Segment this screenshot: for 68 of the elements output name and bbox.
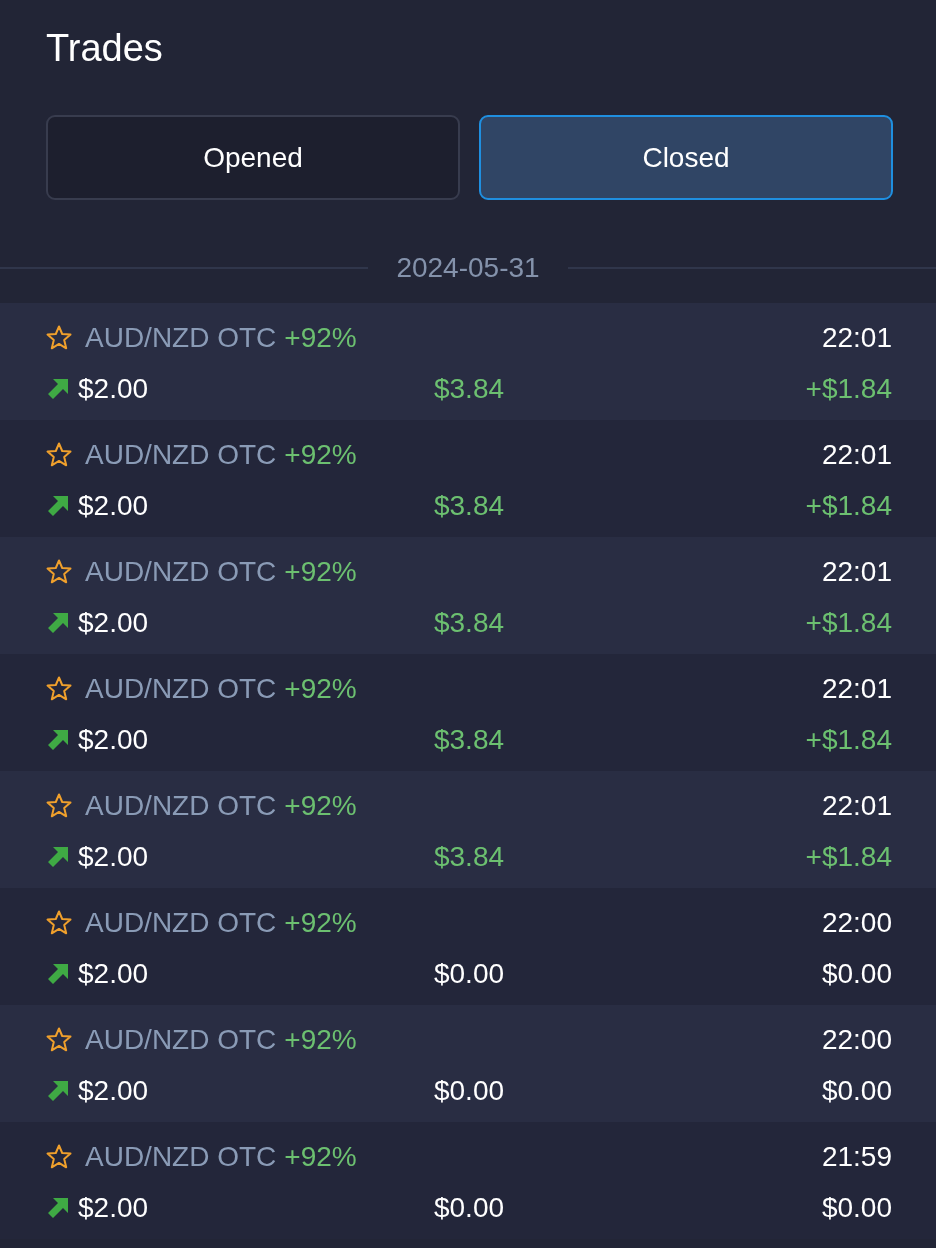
payout-amount: $3.84: [433, 839, 505, 874]
payout-amount: $3.84: [433, 722, 505, 757]
trade-time: 22:01: [821, 320, 892, 355]
stake-amount: $2.00: [78, 956, 149, 991]
trade-row[interactable]: AUD/NZD OTC +92% 22:01 $2.00 $3.84 +$1.84: [0, 654, 936, 771]
profit-amount: +$1.84: [805, 488, 892, 523]
asset-name: AUD/NZD OTC: [85, 1139, 277, 1174]
asset-name: AUD/NZD OTC: [85, 671, 277, 706]
trade-time: 22:01: [821, 671, 892, 706]
trade-row[interactable]: AUD/NZD OTC +92% 22:01 $2.00 $3.84 +$1.84: [0, 303, 936, 420]
star-icon[interactable]: [46, 793, 72, 818]
trade-time: 22:00: [821, 905, 892, 940]
profit-amount: +$1.84: [805, 371, 892, 406]
profit-amount: +$1.84: [805, 839, 892, 874]
page-title: Trades: [46, 26, 163, 70]
trades-tab[interactable]: Closed: [479, 115, 893, 200]
trade-row[interactable]: AUD/NZD OTC +92% 21:59 $2.00 $0.00 $0.00: [0, 1122, 936, 1239]
star-icon[interactable]: [46, 910, 72, 935]
payout-amount: $0.00: [433, 1073, 505, 1108]
profit-amount: +$1.84: [805, 722, 892, 757]
trade-row[interactable]: AUD/NZD OTC +92% 22:00 $2.00 $0.00 $0.00: [0, 888, 936, 1005]
trade-row[interactable]: AUD/NZD OTC +92% 22:01 $2.00 $3.84 +$1.84: [0, 771, 936, 888]
profit-amount: +$1.84: [805, 605, 892, 640]
star-icon[interactable]: [46, 1144, 72, 1169]
date-label: 2024-05-31: [395, 251, 541, 285]
payout-amount: $3.84: [433, 488, 505, 523]
payout-amount: $0.00: [433, 956, 505, 991]
trades-tab[interactable]: Opened: [46, 115, 460, 200]
stake-amount: $2.00: [78, 722, 149, 757]
payout-percent: +92%: [284, 437, 357, 472]
trade-time: 22:01: [821, 788, 892, 823]
payout-percent: +92%: [284, 320, 357, 355]
payout-amount: $3.84: [433, 605, 505, 640]
payout-percent: +92%: [284, 554, 357, 589]
trade-time: 22:01: [821, 554, 892, 589]
payout-amount: $3.84: [433, 371, 505, 406]
asset-name: AUD/NZD OTC: [85, 788, 277, 823]
star-icon[interactable]: [46, 559, 72, 584]
payout-percent: +92%: [284, 1022, 357, 1057]
trade-time: 21:59: [821, 1139, 892, 1174]
payout-percent: +92%: [284, 905, 357, 940]
stake-amount: $2.00: [78, 605, 149, 640]
stake-amount: $2.00: [78, 1073, 149, 1108]
payout-percent: +92%: [284, 1139, 357, 1174]
payout-percent: +92%: [284, 788, 357, 823]
profit-amount: $0.00: [821, 1190, 892, 1225]
asset-name: AUD/NZD OTC: [85, 320, 277, 355]
payout-amount: $0.00: [433, 1190, 505, 1225]
trade-row[interactable]: AUD/NZD OTC +92% 22:01 $2.00 $3.84 +$1.84: [0, 420, 936, 537]
star-icon[interactable]: [46, 1027, 72, 1052]
stake-amount: $2.00: [78, 371, 149, 406]
trade-row[interactable]: AUD/NZD OTC +92% 22:00 $2.00 $0.00 $0.00: [0, 1005, 936, 1122]
star-icon[interactable]: [46, 325, 72, 350]
trade-time: 22:00: [821, 1022, 892, 1057]
profit-amount: $0.00: [821, 1073, 892, 1108]
stake-amount: $2.00: [78, 1190, 149, 1225]
stake-amount: $2.00: [78, 839, 149, 874]
star-icon[interactable]: [46, 676, 72, 701]
asset-name: AUD/NZD OTC: [85, 905, 277, 940]
asset-name: AUD/NZD OTC: [85, 437, 277, 472]
asset-name: AUD/NZD OTC: [85, 554, 277, 589]
trade-row[interactable]: AUD/NZD OTC +92% 22:01 $2.00 $3.84 +$1.84: [0, 537, 936, 654]
star-icon[interactable]: [46, 442, 72, 467]
trade-time: 22:01: [821, 437, 892, 472]
payout-percent: +92%: [284, 671, 357, 706]
stake-amount: $2.00: [78, 488, 149, 523]
asset-name: AUD/NZD OTC: [85, 1022, 277, 1057]
profit-amount: $0.00: [821, 956, 892, 991]
